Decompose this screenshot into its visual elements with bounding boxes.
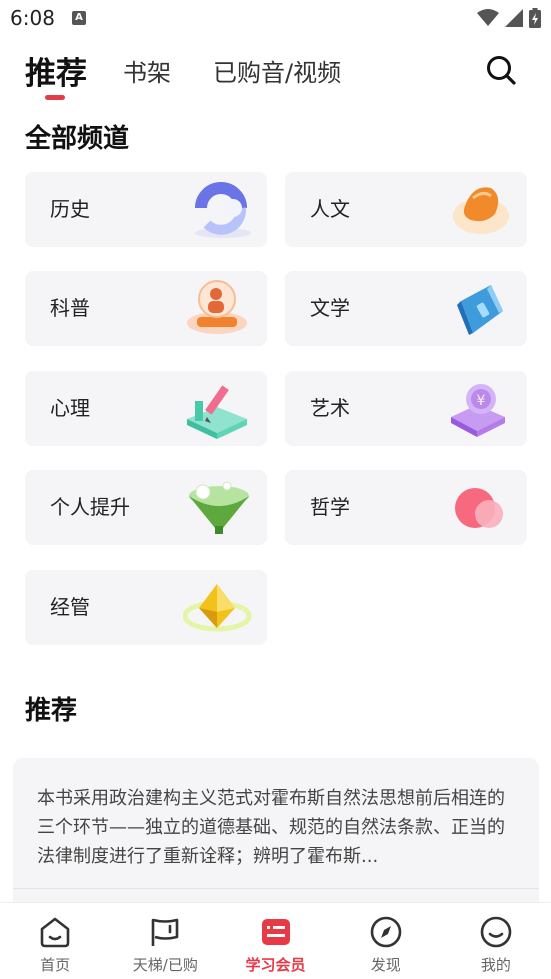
channel-label: 历史 [50, 197, 90, 221]
art-art-icon: ¥ [451, 384, 505, 437]
nav-profile[interactable]: 我的 [441, 903, 551, 979]
nav-ladder-purchased[interactable]: 天梯/已购 [110, 903, 220, 979]
channel-psychology[interactable]: 心理 [25, 371, 267, 446]
top-tab-bar: 推荐 书架 已购音/视频 [0, 44, 551, 106]
channel-label: 个人提升 [50, 495, 130, 519]
nav-label: 学习会员 [245, 956, 306, 974]
channel-label: 心理 [50, 396, 90, 420]
status-bar: 6:08 A [0, 0, 551, 36]
active-tab-indicator [45, 95, 65, 100]
book-description: 本书采用政治建构主义范式对霍布斯自然法思想前后相连的三个环节——独立的道德基础、… [37, 788, 505, 867]
self-improvement-art-icon [189, 481, 249, 534]
svg-text:¥: ¥ [477, 393, 486, 409]
channel-literature[interactable]: 文学 [285, 271, 527, 346]
nav-discover[interactable]: 发现 [331, 903, 441, 979]
nav-home[interactable]: 首页 [0, 903, 110, 979]
channel-label: 哲学 [310, 495, 350, 519]
humanities-art-icon [453, 187, 509, 234]
recommend-section-title: 推荐 [25, 696, 78, 726]
channel-history[interactable]: 历史 [25, 172, 267, 247]
card-divider [13, 888, 539, 889]
channel-label: 文学 [310, 296, 350, 320]
science-art-icon [187, 280, 247, 334]
channels-section-title: 全部频道 [25, 124, 130, 154]
battery-icon [529, 8, 541, 28]
notification-icon: A [72, 11, 86, 25]
bottom-navigation: 首页 天梯/已购 学习会员 发现 我的 [0, 902, 551, 979]
flag-icon [151, 918, 179, 946]
compass-icon [370, 916, 402, 948]
search-icon[interactable] [485, 54, 517, 86]
home-icon [40, 917, 70, 948]
business-art-icon [183, 584, 252, 632]
psychology-art-icon [187, 385, 247, 439]
channel-philosophy[interactable]: 哲学 [285, 470, 527, 545]
tab-purchased-media[interactable]: 已购音/视频 [213, 44, 341, 96]
tab-bookshelf[interactable]: 书架 [123, 44, 171, 96]
channel-art[interactable]: 艺术 ¥ [285, 371, 527, 446]
wifi-icon [477, 9, 499, 26]
philosophy-art-icon [455, 488, 503, 528]
nav-learning-member[interactable]: 学习会员 [220, 903, 330, 979]
channel-label: 经管 [50, 595, 90, 619]
profile-icon [480, 916, 512, 948]
member-icon [261, 919, 290, 945]
channel-label: 科普 [50, 296, 90, 320]
channel-self-improvement[interactable]: 个人提升 [25, 470, 267, 545]
channel-science[interactable]: 科普 [25, 271, 267, 346]
channel-label: 艺术 [310, 396, 350, 420]
literature-art-icon [457, 285, 503, 335]
nav-label: 首页 [40, 956, 71, 974]
nav-label: 天梯/已购 [132, 956, 198, 974]
status-indicators [477, 8, 541, 28]
status-time: 6:08 [10, 6, 55, 30]
history-art-icon [195, 182, 251, 238]
tab-recommend[interactable]: 推荐 [25, 44, 87, 96]
channel-label: 人文 [310, 197, 350, 221]
channel-business[interactable]: 经管 [25, 570, 267, 645]
recommend-book-card[interactable]: 本书采用政治建构主义范式对霍布斯自然法思想前后相连的三个环节——独立的道德基础、… [13, 758, 539, 918]
signal-icon [505, 9, 523, 27]
nav-label: 发现 [370, 956, 401, 974]
nav-label: 我的 [480, 956, 511, 974]
channel-humanities[interactable]: 人文 [285, 172, 527, 247]
